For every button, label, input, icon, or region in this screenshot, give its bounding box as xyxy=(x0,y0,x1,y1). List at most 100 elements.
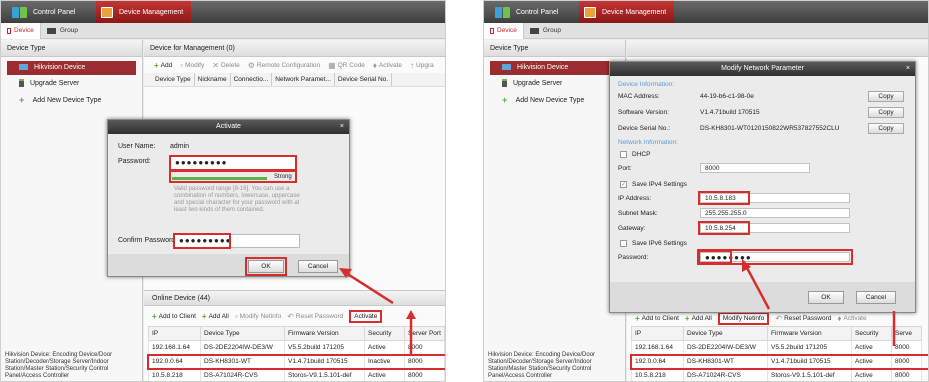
column-header[interactable]: Firmware Version xyxy=(284,326,365,341)
copy-mac-button[interactable]: Copy xyxy=(868,91,904,102)
dhcp-checkbox[interactable] xyxy=(620,151,627,158)
table-cell: 10.5.8.218 xyxy=(148,368,201,381)
add-all-button[interactable]: + Add All xyxy=(202,312,229,321)
column-header[interactable]: Security xyxy=(364,326,405,341)
upgrade-server-icon xyxy=(502,79,507,88)
cancel-button[interactable]: Cancel xyxy=(298,260,338,273)
column-header[interactable]: IP xyxy=(148,326,201,341)
port-field[interactable]: 8000 xyxy=(700,163,810,173)
ok-button[interactable]: OK xyxy=(808,291,844,304)
tab-group-label: Group xyxy=(59,27,78,34)
sidebar-item-hikvision-device[interactable]: Hikvision Device xyxy=(490,61,619,75)
sidebar-item-hikvision-device[interactable]: Hikvision Device xyxy=(7,61,136,75)
device-type-description: Hikvision Device: Encoding Device/Door S… xyxy=(488,352,596,379)
online-activate-label: Activate xyxy=(354,312,378,320)
remote-config-label: Remote Configuration xyxy=(256,61,321,69)
dhcp-label: DHCP xyxy=(632,151,651,158)
save-ipv4-checkbox[interactable]: ✓ xyxy=(620,181,627,188)
control-panel-tab[interactable]: Control Panel xyxy=(7,1,83,23)
device-management-tab[interactable]: Device Management xyxy=(579,1,675,23)
sidebar-item-label: Add New Device Type xyxy=(32,96,102,104)
activate-button[interactable]: ♦ Activate xyxy=(837,314,866,323)
online-devices-title: Online Device (44) xyxy=(144,290,445,306)
add-to-client-button[interactable]: + Add to Client xyxy=(635,314,679,323)
column-header[interactable]: Serve xyxy=(891,326,922,341)
save-ipv6-checkbox[interactable] xyxy=(620,240,627,247)
sidebar-item-add-new-device-type[interactable]: + Add New Device Type xyxy=(484,93,625,107)
add-all-button[interactable]: + Add All xyxy=(685,314,712,323)
copy-serial-button[interactable]: Copy xyxy=(868,123,904,134)
column-header[interactable]: Device Serial No. xyxy=(335,73,393,86)
qr-code-button[interactable]: ▦ QR Code xyxy=(328,61,365,70)
copy-software-button[interactable]: Copy xyxy=(868,107,904,118)
device-icon xyxy=(7,27,11,34)
reset-password-button[interactable]: ↶ Reset Password xyxy=(287,312,343,321)
sidebar-item-upgrade-server[interactable]: Upgrade Server xyxy=(1,77,142,91)
sidebar-item-add-new-device-type[interactable]: + Add New Device Type xyxy=(1,93,142,107)
column-header[interactable]: Server Port xyxy=(404,326,445,341)
cancel-button[interactable]: Cancel xyxy=(856,291,896,304)
table-header-row: IP Device Type Firmware Version Security… xyxy=(631,326,922,341)
column-header[interactable]: Device Type xyxy=(200,326,285,341)
port-label: Port: xyxy=(618,165,632,172)
control-panel-tab[interactable]: Control Panel xyxy=(490,1,566,23)
sidebar-item-upgrade-server[interactable]: Upgrade Server xyxy=(484,77,625,91)
activate-dialog: Activate × User Name: admin Password: ●●… xyxy=(107,119,350,277)
table-cell: V5.5.2build 171205 xyxy=(767,340,852,355)
save-ipv6-label: Save IPv6 Settings xyxy=(632,240,687,247)
modify-netinfo-button[interactable]: Modify Netinfo xyxy=(717,311,770,325)
subnet-mask-field[interactable]: 255.255.255.0 xyxy=(700,208,850,218)
modify-button[interactable]: ▫ Modify xyxy=(180,61,204,70)
sidebar-item-label: Add New Device Type xyxy=(515,96,585,104)
column-header[interactable]: Device Type xyxy=(683,326,768,341)
tab-device[interactable]: Device xyxy=(1,22,41,39)
device-info-section: Device Information: xyxy=(618,81,674,88)
activate-button[interactable]: ♦ Activate xyxy=(373,61,402,70)
device-management-icon xyxy=(584,6,596,18)
password-highlight xyxy=(169,155,297,171)
modify-icon: ▫ xyxy=(180,60,184,70)
online-activate-button[interactable]: Activate xyxy=(349,309,383,323)
selected-row-highlight xyxy=(630,354,928,370)
table-row[interactable]: 10.5.8.218 DS-A71024R-CVS Storos-V9.1.5.… xyxy=(631,368,922,381)
column-header[interactable]: Nickname xyxy=(195,73,231,86)
upgrade-icon: ↑ xyxy=(410,60,415,70)
upgrade-button[interactable]: ↑ Upgra xyxy=(410,61,434,70)
table-row[interactable]: 10.5.8.218 DS-A71024R-CVS Storos-V9.1.5.… xyxy=(148,368,445,381)
add-to-client-button[interactable]: + Add to Client xyxy=(152,312,196,321)
table-cell: 8000 xyxy=(891,340,922,355)
column-header[interactable]: Firmware Version xyxy=(767,326,852,341)
sidebar-item-label: Hikvision Device xyxy=(33,64,86,71)
sidebar-item-label: Upgrade Server xyxy=(29,80,80,87)
delete-label: Delete xyxy=(220,61,240,69)
device-management-label: Device Management xyxy=(602,8,667,16)
table-row[interactable]: 192.168.1.64 DS-2DE2204IW-DE3/W V5.5.2bu… xyxy=(148,340,445,355)
tab-device[interactable]: Device xyxy=(484,22,524,39)
delete-button[interactable]: ✕ Delete xyxy=(212,61,240,70)
table-cell: 8000 xyxy=(891,368,922,381)
column-header[interactable]: Connectio... xyxy=(231,73,273,86)
control-panel-label: Control Panel xyxy=(33,8,76,16)
managed-devices-title xyxy=(627,40,928,57)
sidebar-title: Device Type xyxy=(1,40,142,57)
close-icon[interactable]: × xyxy=(340,120,344,134)
add-all-label: Add All xyxy=(208,312,229,320)
dialog-title: Activate × xyxy=(108,120,349,134)
reset-icon: ↶ xyxy=(287,311,294,321)
tab-group[interactable]: Group xyxy=(524,23,567,39)
table-cell: 10.5.8.218 xyxy=(631,368,684,381)
password-label: Password: xyxy=(118,158,151,165)
add-button[interactable]: + Add xyxy=(154,61,172,70)
reset-password-button[interactable]: ↶ Reset Password xyxy=(775,314,831,323)
remote-config-button[interactable]: ⚙ Remote Configuration xyxy=(248,61,320,70)
column-header[interactable]: Security xyxy=(851,326,892,341)
modify-netinfo-button[interactable]: ▫ Modify Netinfo xyxy=(235,312,281,321)
close-icon[interactable]: × xyxy=(906,62,910,76)
column-header[interactable]: IP xyxy=(631,326,684,341)
left-screenshot-panel: Control Panel Device Management Device G… xyxy=(0,0,446,382)
column-header[interactable]: Device Type xyxy=(152,73,195,86)
table-row[interactable]: 192.168.1.64 DS-2DE2204IW-DE3/W V5.5.2bu… xyxy=(631,340,922,355)
column-header[interactable]: Network Paramet... xyxy=(272,73,335,86)
tab-group[interactable]: Group xyxy=(41,23,84,39)
device-management-tab[interactable]: Device Management xyxy=(96,1,192,23)
